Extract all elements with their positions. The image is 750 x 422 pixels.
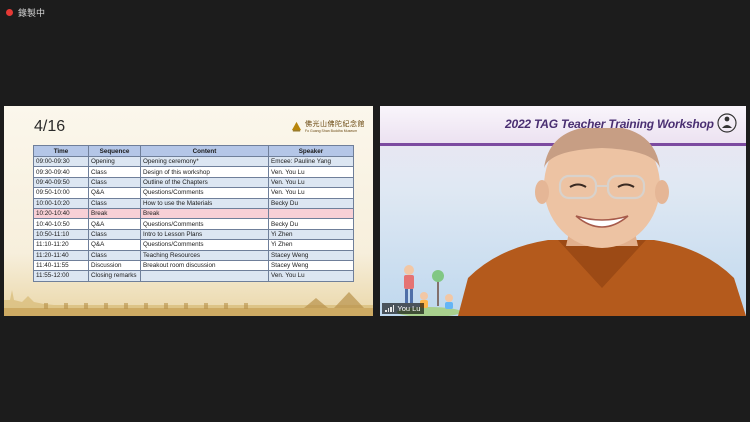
museum-logo-en: Fo Guang Shan Buddha Museum [305, 129, 358, 133]
cell-content: Outline of the Chapters [140, 176, 269, 189]
cell-sequence: Class [88, 197, 141, 209]
cell-sequence: Discussion [88, 259, 141, 272]
table-row: 09:50-10:00 Q&A Questions/Comments Ven. … [33, 187, 354, 199]
cell-speaker: Stacey Weng [268, 249, 354, 261]
cell-speaker [268, 207, 354, 220]
cell-content: Questions/Comments [140, 239, 269, 251]
cell-time: 09:00-09:30 [33, 155, 89, 168]
table-row: 11:40-11:55 Discussion Breakout room dis… [33, 259, 354, 272]
table-row: 11:10-11:20 Q&A Questions/Comments Yi Zh… [33, 239, 354, 251]
recording-label: 錄製中 [18, 8, 46, 19]
cell-content: Opening ceremony* [140, 155, 269, 168]
cell-content: Questions/Comments [140, 218, 269, 230]
cell-time: 09:40-09:50 [33, 176, 89, 189]
cell-speaker: Ven. You Lu [268, 176, 354, 189]
participant-camera-feed [458, 128, 746, 316]
column-header-content: Content [140, 145, 269, 157]
shared-screen-tile[interactable]: 4/16 佛光山佛陀紀念館 Fo Guang Shan Buddha Museu… [4, 106, 373, 316]
cell-sequence: Class [88, 166, 141, 178]
cell-time: 10:40-10:50 [33, 218, 89, 230]
cell-time: 11:10-11:20 [33, 239, 89, 251]
column-header-time: Time [33, 145, 89, 157]
cell-sequence: Opening [88, 155, 141, 168]
schedule-table: Time Sequence Content Speaker 09:00-09:3… [33, 145, 354, 282]
cell-time: 09:30-09:40 [33, 166, 89, 178]
cell-speaker: Stacey Weng [268, 259, 354, 272]
cell-sequence: Class [88, 249, 141, 261]
cell-sequence: Class [88, 228, 141, 241]
cell-time: 09:50-10:00 [33, 187, 89, 199]
cell-sequence: Q&A [88, 239, 141, 251]
cell-time: 11:20-11:40 [33, 249, 89, 261]
cell-speaker: Becky Du [268, 197, 354, 209]
recording-indicator: 錄製中 [6, 5, 45, 19]
cell-content: Break [140, 207, 269, 220]
participant-name-tag: You Lu [382, 303, 425, 314]
table-row: 09:30-09:40 Class Design of this worksho… [33, 166, 354, 178]
museum-logo: 佛光山佛陀紀念館 Fo Guang Shan Buddha Museum [291, 119, 365, 133]
cell-content: Questions/Comments [140, 187, 269, 199]
cell-content: Intro to Lesson Plans [140, 228, 269, 241]
cell-time: 10:00-10:20 [33, 197, 89, 209]
participant-video-tile[interactable]: 2022 TAG Teacher Training Workshop You L… [380, 106, 746, 316]
schedule-header-row: Time Sequence Content Speaker [33, 145, 354, 157]
column-header-speaker: Speaker [268, 145, 354, 157]
museum-logo-cn: 佛光山佛陀紀念館 [305, 120, 365, 128]
column-header-sequence: Sequence [88, 145, 141, 157]
cell-speaker: Ven. You Lu [268, 166, 354, 178]
cell-content: How to use the Materials [140, 197, 269, 209]
recording-dot-icon [6, 8, 13, 16]
cell-time: 10:20-10:40 [33, 207, 89, 220]
cell-sequence: Class [88, 176, 141, 189]
table-row: 09:40-09:50 Class Outline of the Chapter… [33, 176, 354, 189]
museum-logo-icon [291, 121, 302, 131]
cell-sequence: Q&A [88, 218, 141, 230]
table-row: 11:20-11:40 Class Teaching Resources Sta… [33, 249, 354, 261]
cell-content: Teaching Resources [140, 249, 269, 261]
slide-date: 4/16 [34, 118, 66, 135]
cell-speaker: Ven. You Lu [268, 187, 354, 199]
table-row-break: 10:20-10:40 Break Break [33, 207, 354, 220]
connection-signal-icon [385, 305, 395, 312]
cell-content: Design of this workshop [140, 166, 269, 178]
table-row: 10:40-10:50 Q&A Questions/Comments Becky… [33, 218, 354, 230]
cell-sequence: Break [88, 207, 141, 220]
table-row: 10:50-11:10 Class Intro to Lesson Plans … [33, 228, 354, 241]
cell-time: 11:40-11:55 [33, 259, 89, 272]
cell-speaker: Yi Zhen [268, 228, 354, 241]
cell-speaker: Becky Du [268, 218, 354, 230]
cell-speaker: Yi Zhen [268, 239, 354, 251]
participant-name: You Lu [397, 304, 421, 313]
temple-skyline-decoration [4, 290, 373, 316]
table-row: 10:00-10:20 Class How to use the Materia… [33, 197, 354, 209]
table-row: 09:00-09:30 Opening Opening ceremony* Em… [33, 155, 354, 168]
cell-content: Breakout room discussion [140, 259, 269, 272]
cell-speaker: Emcee: Pauline Yang [268, 155, 354, 168]
cell-time: 10:50-11:10 [33, 228, 89, 241]
cell-sequence: Q&A [88, 187, 141, 199]
